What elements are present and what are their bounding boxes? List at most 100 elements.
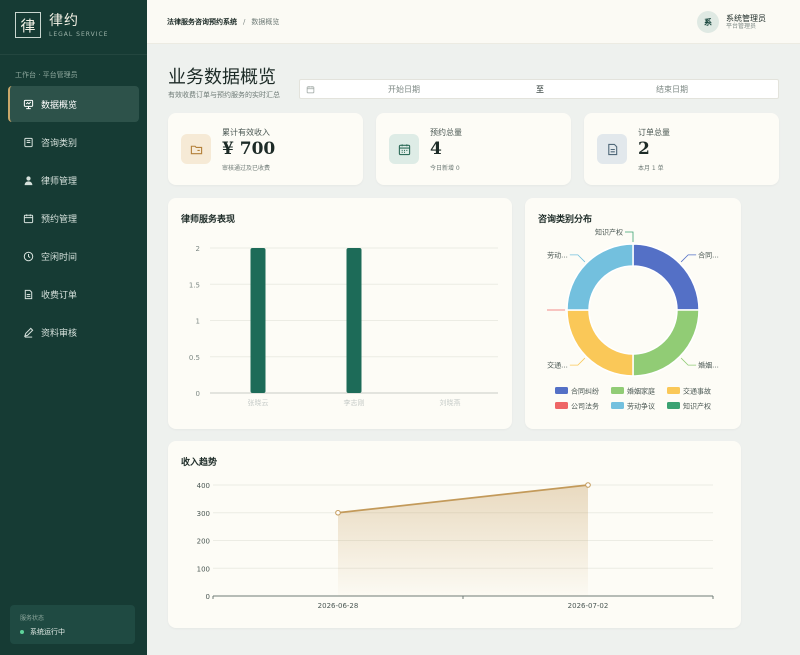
- sidebar-item-label: 空闲时间: [41, 252, 78, 263]
- pie-slice: [566, 309, 634, 377]
- legend-swatch: [611, 387, 624, 394]
- sidebar-item-dashboard[interactable]: 数据概览: [8, 86, 139, 122]
- document-icon: [597, 134, 627, 164]
- folder-icon: [181, 134, 211, 164]
- sidebar-item-label: 收费订单: [41, 290, 78, 301]
- book-icon: [22, 136, 34, 148]
- pie-slice: [632, 243, 700, 311]
- legend-swatch: [667, 402, 680, 409]
- legend-swatch: [611, 402, 624, 409]
- calendar-icon: [22, 212, 34, 224]
- breadcrumb: 法律服务咨询预约系统 / 数据概览: [167, 17, 279, 27]
- legend-label: 交通事故: [683, 387, 711, 396]
- pie-slice: [566, 243, 634, 311]
- dashboard-icon: [22, 98, 34, 110]
- legend-label: 合同纠纷: [571, 387, 599, 396]
- bar: [250, 248, 266, 393]
- legend-label: 公司法务: [571, 402, 599, 411]
- sidebar-item-lawyers[interactable]: 律师管理: [8, 162, 139, 198]
- lawyer-performance-chart: 0 0.5 1 1.5 2 张晓云 李志刚 刘晓燕: [189, 245, 498, 407]
- sidebar-caption: 工作台 · 平台管理员: [15, 71, 78, 79]
- pie-label-line: [680, 254, 697, 263]
- stat-card-orders: 订单总量 2 本月 1 单: [584, 113, 779, 185]
- sidebar-item-label: 预约管理: [41, 214, 78, 225]
- user-icon: [22, 174, 34, 186]
- pie-label: 知识产权: [595, 228, 623, 237]
- y-tick-label: 300: [197, 510, 210, 518]
- pie-label-line: [625, 231, 634, 242]
- end-date-input[interactable]: 结束日期: [656, 84, 688, 95]
- y-tick-label: 200: [197, 538, 210, 546]
- y-tick-label: 2: [196, 245, 200, 253]
- income-trend-chart: 0 100 200 300 400 2026-06-28 2026-07-02: [197, 482, 714, 610]
- y-tick-label: 400: [197, 482, 210, 490]
- stat-card-revenue: 累计有效收入 ¥ 700 审核通过及已收费: [168, 113, 363, 185]
- sidebar-item-label: 咨询类别: [41, 138, 78, 149]
- brand-mark: 律: [15, 12, 41, 38]
- pie-label: 交通...: [547, 361, 568, 370]
- stat-card-appointments: 预约总量 4 今日新增 0: [376, 113, 571, 185]
- stat-value: 4: [430, 139, 442, 159]
- lawyer-performance-card: 律师服务表现 0 0.5 1 1.5 2 张晓云 李志刚 刘晓燕: [168, 198, 512, 429]
- brand-divider: [0, 54, 147, 55]
- y-tick-label: 1: [196, 318, 200, 326]
- brand-logo[interactable]: 律 律约 LEGAL SERVICE: [15, 12, 108, 38]
- pie-label: 劳动...: [547, 250, 568, 259]
- pie-label-line: [680, 357, 697, 366]
- x-tick-label: 2026-06-28: [318, 602, 359, 610]
- breadcrumb-current: 数据概览: [251, 18, 280, 26]
- legend-label: 劳动争议: [627, 402, 655, 411]
- user-menu[interactable]: 系 系统管理员 平台管理员: [697, 11, 766, 33]
- brand-name: 律约: [49, 12, 79, 29]
- y-tick-label: 1.5: [189, 281, 200, 289]
- x-tick-label: 2026-07-02: [568, 602, 609, 610]
- pen-icon: [22, 326, 34, 338]
- document-icon: [22, 288, 34, 300]
- page-title: 业务数据概览: [168, 67, 276, 88]
- sidebar-item-orders[interactable]: 收费订单: [8, 276, 139, 312]
- calendar-icon: [389, 134, 419, 164]
- stat-label: 订单总量: [638, 128, 670, 137]
- brand-subtitle: LEGAL SERVICE: [49, 30, 109, 38]
- stat-value: ¥ 700: [222, 139, 276, 159]
- sidebar-item-review[interactable]: 资料审核: [8, 314, 139, 350]
- pie-label: 合同...: [698, 250, 719, 259]
- sidebar-item-appointments[interactable]: 预约管理: [8, 200, 139, 236]
- y-tick-label: 0.5: [189, 354, 200, 362]
- clock-icon: [22, 250, 34, 262]
- pie-label-line: [569, 357, 586, 366]
- calendar-icon: [306, 85, 315, 94]
- income-trend-card: 收入趋势 0 100 200 300 400 2026-06-28 2026-07-02: [168, 441, 741, 628]
- breadcrumb-root[interactable]: 法律服务咨询预约系统: [167, 17, 237, 27]
- legend-swatch: [555, 387, 568, 394]
- trend-point: [585, 482, 591, 488]
- y-tick-label: 0: [196, 390, 200, 398]
- legend-label: 婚姻家庭: [627, 387, 655, 396]
- trend-point: [335, 509, 341, 516]
- start-date-input[interactable]: 开始日期: [388, 84, 420, 95]
- sidebar-item-label: 数据概览: [41, 100, 78, 111]
- service-status: 服务状态 系统运行中: [10, 605, 135, 644]
- y-tick-label: 100: [197, 565, 210, 573]
- category-distribution-card: 咨询类别分布 合同... 婚姻... 交通... 劳动... 知识产权 合同纠纷 婚姻家庭交…: [525, 198, 741, 429]
- user-name: 系统管理员: [726, 13, 766, 23]
- user-role: 平台管理员: [726, 22, 757, 30]
- sidebar-nav: 数据概览 咨询类别 律师管理 预约管理 空闲时间 收费订单 资料审核: [8, 86, 139, 352]
- service-status-text: 系统运行中: [30, 628, 65, 636]
- bar: [346, 248, 362, 393]
- x-tick-label: 张晓云: [248, 398, 269, 407]
- sidebar-item-categories[interactable]: 咨询类别: [8, 124, 139, 160]
- avatar: 系: [697, 11, 719, 33]
- legend-label: 知识产权: [683, 402, 711, 411]
- trend-area: [338, 485, 588, 596]
- status-dot-icon: [20, 630, 24, 634]
- breadcrumb-separator: /: [243, 18, 246, 26]
- service-status-label: 服务状态: [20, 615, 45, 622]
- date-range-picker[interactable]: 开始日期 至 结束日期: [299, 79, 779, 99]
- y-tick-label: 0: [206, 593, 210, 601]
- stat-label: 累计有效收入: [222, 128, 270, 137]
- category-distribution-chart: 合同...婚姻...交通...劳动...知识产权合同纠纷 婚姻家庭 交通事故公司法务…: [547, 228, 719, 411]
- legend-swatch: [555, 402, 568, 409]
- pie-slice: [632, 309, 700, 377]
- sidebar-item-free-time[interactable]: 空闲时间: [8, 238, 139, 274]
